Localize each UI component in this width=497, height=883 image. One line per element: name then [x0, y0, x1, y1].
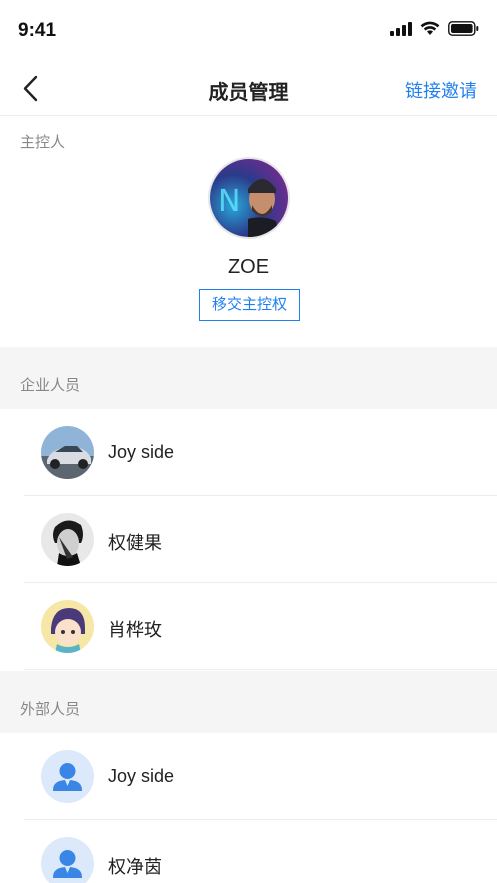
host-avatar[interactable]: N [208, 157, 290, 239]
host-name: ZOE [227, 256, 270, 278]
enterprise-section-header: 企业人员 [0, 347, 497, 409]
avatar [41, 513, 94, 566]
external-section-header: 外部人员 [0, 671, 497, 733]
user-icon [41, 750, 94, 803]
nav-bar: 成员管理 链接邀请 [0, 62, 497, 116]
member-name: Joy side [108, 442, 175, 462]
status-icons [390, 21, 479, 36]
list-item[interactable]: Joy side [0, 409, 497, 496]
list-item[interactable]: 权净茵 [0, 820, 497, 883]
status-time: 9:41 [18, 20, 57, 41]
host-section-label: 主控人 [20, 134, 66, 151]
signal-icon [390, 21, 412, 36]
external-section-label: 外部人员 [20, 701, 81, 718]
member-name: 权净茵 [108, 857, 162, 877]
divider [24, 669, 497, 670]
transfer-host-button[interactable]: 移交主控权 [199, 289, 300, 321]
user-icon [41, 837, 94, 883]
avatar-placeholder [41, 837, 94, 883]
link-invite-button[interactable]: 链接邀请 [405, 77, 477, 103]
member-name: 权健果 [108, 533, 162, 553]
battery-icon [448, 21, 479, 36]
enterprise-section-label: 企业人员 [20, 377, 81, 394]
member-name: 肖桦玫 [108, 620, 162, 640]
member-name: Joy side [108, 766, 175, 786]
list-item[interactable]: 权健果 [0, 496, 497, 583]
avatar [41, 426, 94, 479]
wifi-icon [420, 21, 440, 35]
host-section: 主控人 N ZOE 移交主控权 [0, 117, 497, 347]
avatar [41, 600, 94, 653]
list-item[interactable]: Joy side [0, 733, 497, 820]
svg-text:N: N [218, 184, 240, 219]
avatar-placeholder [41, 750, 94, 803]
list-item[interactable]: 肖桦玫 [0, 583, 497, 670]
status-bar: 9:41 [0, 0, 497, 62]
